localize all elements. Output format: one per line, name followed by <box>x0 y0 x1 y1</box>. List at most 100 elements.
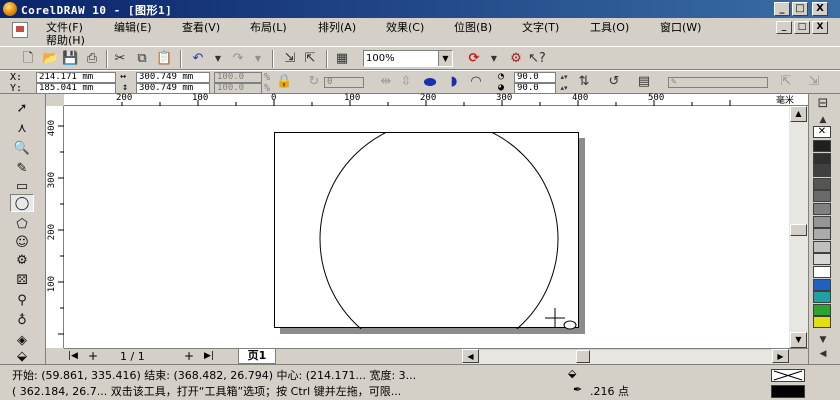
new-document-icon[interactable]: 🗋 <box>20 51 36 67</box>
color-swatch[interactable] <box>813 240 831 253</box>
scale-y-field[interactable]: 100.0 <box>214 83 262 94</box>
export-icon[interactable]: ⇱ <box>302 51 318 67</box>
color-swatch[interactable] <box>813 253 831 266</box>
vertical-scroll-thumb[interactable] <box>790 224 807 236</box>
scale-x-field[interactable]: 100.0 <box>214 72 262 83</box>
scroll-left-button[interactable]: ◀ <box>462 349 479 363</box>
menu-text[interactable]: 文字(T) <box>522 19 559 35</box>
color-swatch[interactable] <box>813 291 831 304</box>
color-swatch[interactable] <box>813 203 831 215</box>
color-swatch[interactable] <box>813 152 831 165</box>
arc-mode-icon[interactable]: ◠ <box>468 74 484 90</box>
lock-ratio-icon[interactable]: 🔒 <box>276 74 292 90</box>
to-back-icon[interactable]: ⇲ <box>806 74 822 90</box>
page-tab-1[interactable]: 页1 <box>238 349 276 364</box>
application-launcher-icon[interactable]: ▦ <box>334 51 350 67</box>
interactive-blend-tool-icon[interactable]: ⚄ <box>10 272 34 290</box>
color-swatch[interactable] <box>813 266 831 278</box>
freehand-tool-icon[interactable]: ✎ <box>10 160 34 178</box>
horizontal-scroll-thumb[interactable] <box>576 350 590 363</box>
drawn-circle[interactable] <box>319 133 559 329</box>
minimize-button[interactable]: _ <box>774 2 790 16</box>
eyedropper-tool-icon[interactable]: ⚲ <box>10 292 34 310</box>
color-swatch[interactable] <box>813 303 831 316</box>
color-swatch[interactable] <box>813 177 831 190</box>
outline-icon[interactable]: ▤ <box>636 74 652 90</box>
color-swatch[interactable] <box>813 316 831 329</box>
doc-minimize-button[interactable]: _ <box>776 21 792 34</box>
y-position-field[interactable]: 185.041 mm <box>36 83 116 94</box>
last-page-button[interactable]: ▶| <box>204 351 214 361</box>
whats-this-icon[interactable]: ⚙ <box>508 51 524 67</box>
outline-width-dropdown[interactable]: ✎ <box>668 77 768 88</box>
direction-toggle-icon[interactable]: ⇅ <box>576 74 592 90</box>
coreldraw-app-icon[interactable] <box>3 2 17 16</box>
wrap-text-icon[interactable]: ↺ <box>606 74 622 90</box>
menu-effects[interactable]: 效果(C) <box>386 19 424 35</box>
open-folder-icon[interactable]: 📂 <box>42 51 58 67</box>
rotation-field[interactable]: 0 <box>324 77 364 88</box>
x-position-field[interactable]: 214.171 mm <box>36 72 116 83</box>
redo-dropdown-icon[interactable]: ▼ <box>250 51 266 67</box>
undo-dropdown-icon[interactable]: ▼ <box>210 51 226 67</box>
first-page-button[interactable]: |◀ <box>68 351 78 361</box>
corel-online-dropdown-icon[interactable]: ▼ <box>486 51 502 67</box>
color-swatch[interactable] <box>813 228 831 241</box>
color-swatch[interactable] <box>813 190 831 203</box>
horizontal-ruler[interactable]: 200 100 0 100 200 300 400 500 毫米 <box>64 93 808 106</box>
fill-indicator[interactable] <box>771 369 805 382</box>
outline-tool-icon[interactable]: ♁ <box>10 312 34 330</box>
menu-view[interactable]: 查看(V) <box>182 19 220 35</box>
end-angle-field[interactable]: 90.0 <box>514 83 556 94</box>
chevron-down-icon[interactable]: ▼ <box>438 51 452 66</box>
redo-icon[interactable]: ↷ <box>230 51 246 67</box>
vertical-ruler[interactable]: 400 300 200 100 <box>46 106 64 348</box>
pie-mode-icon[interactable]: ◗ <box>446 74 462 90</box>
paste-icon[interactable]: 📋 <box>156 51 172 67</box>
drawing-canvas[interactable] <box>64 106 789 348</box>
menu-window[interactable]: 窗口(W) <box>660 19 701 35</box>
menu-edit[interactable]: 编辑(E) <box>114 19 152 35</box>
zoom-tool-icon[interactable]: 🔍 <box>10 140 34 158</box>
scroll-up-button[interactable]: ▲ <box>790 106 807 122</box>
copy-icon[interactable]: ⧉ <box>134 51 150 67</box>
undo-icon[interactable]: ↶ <box>190 51 206 67</box>
add-page-before-button[interactable]: + <box>88 349 98 363</box>
palette-menu-icon[interactable]: ⊟ <box>815 96 831 112</box>
zoom-level-dropdown[interactable]: 100% ▼ <box>363 50 453 67</box>
doc-restore-button[interactable]: □ <box>794 21 810 34</box>
ellipse-tool-icon[interactable]: ◯ <box>10 194 34 212</box>
scroll-right-button[interactable]: ▶ <box>772 349 789 363</box>
cut-icon[interactable]: ✂ <box>112 51 128 67</box>
palette-expand-icon[interactable]: ◀ <box>815 346 831 362</box>
menu-arrange[interactable]: 排列(A) <box>318 19 356 35</box>
import-icon[interactable]: ⇲ <box>282 51 298 67</box>
color-swatch[interactable] <box>813 140 831 152</box>
horizontal-scrollbar[interactable]: ◀ ▶ <box>462 349 789 364</box>
basic-shapes-tool-icon[interactable]: ☺ <box>10 234 34 252</box>
corel-online-icon[interactable]: ⟳ <box>466 51 482 67</box>
maximize-button[interactable]: □ <box>792 2 808 16</box>
ellipse-mode-icon[interactable]: ⬬ <box>422 74 438 90</box>
start-angle-field[interactable]: 90.0 <box>514 72 556 83</box>
menu-layout[interactable]: 布局(L) <box>250 19 287 35</box>
color-swatch[interactable] <box>813 165 831 178</box>
pick-tool-icon[interactable]: ➚ <box>10 100 34 118</box>
help-pointer-icon[interactable]: ↖? <box>528 51 546 67</box>
close-button[interactable]: X <box>812 2 828 16</box>
text-tool-icon[interactable]: ⚙ <box>10 252 34 270</box>
mirror-vertical-icon[interactable]: ⇳ <box>398 74 414 90</box>
end-angle-spinner[interactable]: ▴▾ <box>556 83 572 93</box>
doc-close-button[interactable]: X <box>812 21 828 34</box>
color-swatch[interactable] <box>813 278 831 291</box>
polygon-tool-icon[interactable]: ⬠ <box>10 216 34 234</box>
color-swatch[interactable] <box>813 215 831 228</box>
width-field[interactable]: 300.749 mm <box>136 72 210 83</box>
add-page-after-button[interactable]: + <box>184 349 194 363</box>
to-front-icon[interactable]: ⇱ <box>778 74 794 90</box>
drawing-page[interactable] <box>274 132 579 329</box>
shape-tool-icon[interactable]: ⋏ <box>10 120 34 138</box>
menu-tools[interactable]: 工具(O) <box>590 19 629 35</box>
menu-bitmaps[interactable]: 位图(B) <box>454 19 492 35</box>
vertical-scrollbar[interactable]: ▲ ▼ <box>789 106 808 348</box>
